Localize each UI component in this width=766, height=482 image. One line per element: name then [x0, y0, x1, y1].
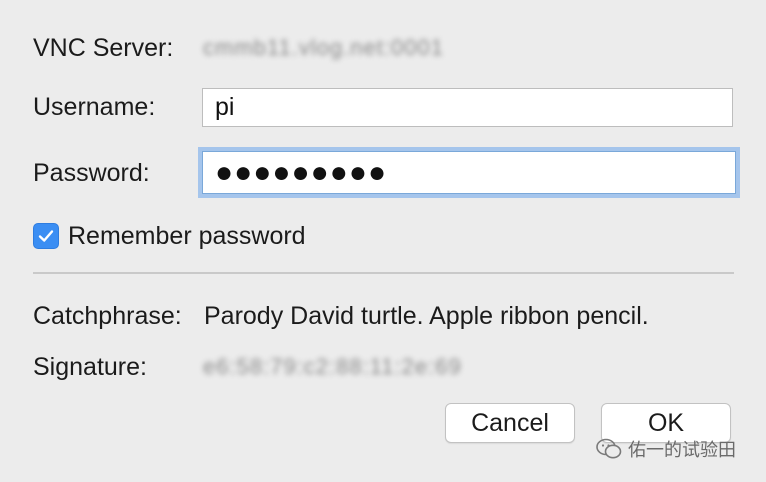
vnc-authentication-dialog: VNC Server: cmmb11.vlog.net:0001 Usernam… [0, 0, 766, 482]
catchphrase-label: Catchphrase: [33, 302, 182, 330]
vnc-server-value: cmmb11.vlog.net:0001 [203, 35, 444, 60]
section-divider [33, 272, 734, 274]
username-value: pi [215, 93, 235, 121]
password-label: Password: [33, 159, 150, 187]
password-field[interactable]: ●●●●●●●●● [202, 151, 736, 194]
remember-password-label[interactable]: Remember password [68, 221, 306, 251]
watermark: 佑一的试验田 [596, 436, 736, 462]
wechat-icon [596, 438, 622, 459]
checkmark-icon [38, 230, 54, 242]
remember-password-checkbox[interactable] [33, 223, 59, 249]
username-label: Username: [33, 93, 156, 121]
password-masked-value: ●●●●●●●●● [215, 155, 388, 189]
watermark-text: 佑一的试验田 [628, 440, 736, 460]
cancel-button[interactable]: Cancel [445, 403, 575, 443]
signature-value: e6:58:79:c2:88:11:2e:69 [203, 354, 462, 379]
vnc-server-label: VNC Server: [33, 34, 174, 62]
signature-label: Signature: [33, 353, 147, 381]
catchphrase-value: Parody David turtle. Apple ribbon pencil… [204, 302, 649, 330]
username-field[interactable]: pi [202, 88, 733, 127]
